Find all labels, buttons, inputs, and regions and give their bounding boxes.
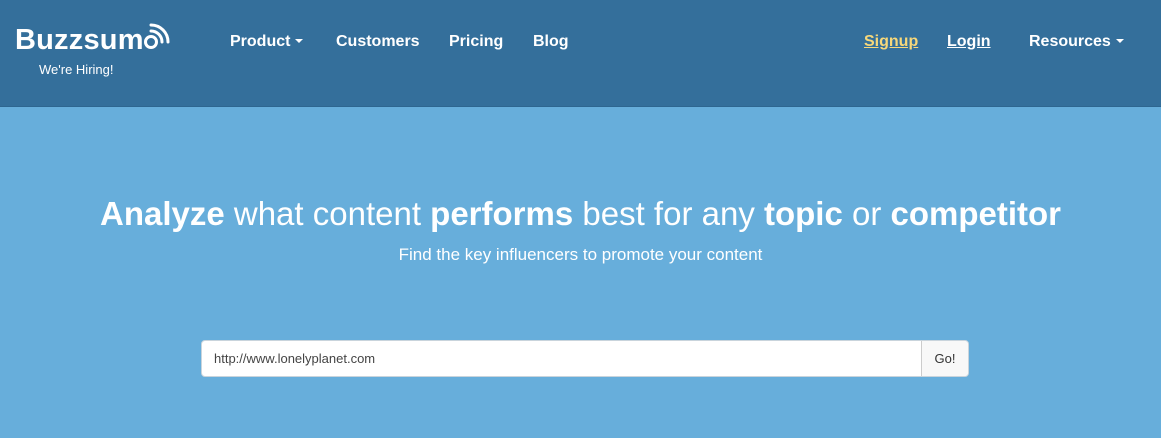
top-navbar: Buzzsum We're Hiring! Product Customers …: [0, 0, 1161, 107]
search-input[interactable]: [202, 341, 921, 376]
logo-link[interactable]: Buzzsum: [15, 22, 172, 58]
headline-word: performs: [430, 195, 574, 232]
search-bar: Go!: [201, 340, 969, 377]
caret-down-icon: [1115, 38, 1124, 43]
headline-text: best for any: [573, 195, 764, 232]
headline-word: competitor: [890, 195, 1062, 232]
nav-resources-label: Resources: [1029, 33, 1111, 50]
nav-customers[interactable]: Customers: [336, 31, 420, 53]
page: Buzzsum We're Hiring! Product Customers …: [0, 0, 1161, 438]
logo-text: Buzzsum: [15, 24, 144, 56]
headline-word: topic: [763, 195, 843, 232]
headline-word: Analyze: [99, 195, 225, 232]
nav-signup[interactable]: Signup: [864, 31, 918, 53]
nav-login[interactable]: Login: [947, 31, 991, 53]
nav-blog[interactable]: Blog: [533, 31, 569, 53]
nav-resources[interactable]: Resources: [1029, 31, 1124, 53]
nav-pricing[interactable]: Pricing: [449, 31, 503, 53]
caret-down-icon: [295, 38, 304, 43]
hero-subline: Find the key influencers to promote your…: [398, 245, 763, 264]
go-button[interactable]: Go!: [921, 341, 968, 376]
nav-product[interactable]: Product: [230, 31, 304, 53]
headline-text: or: [842, 195, 891, 232]
broadcast-o-icon: [143, 23, 170, 49]
nav-product-label: Product: [230, 33, 291, 50]
hero-headline: Analyze what content performs best for a…: [0, 193, 1161, 235]
headline-text: what content: [224, 195, 431, 232]
hiring-link[interactable]: We're Hiring!: [39, 62, 113, 78]
